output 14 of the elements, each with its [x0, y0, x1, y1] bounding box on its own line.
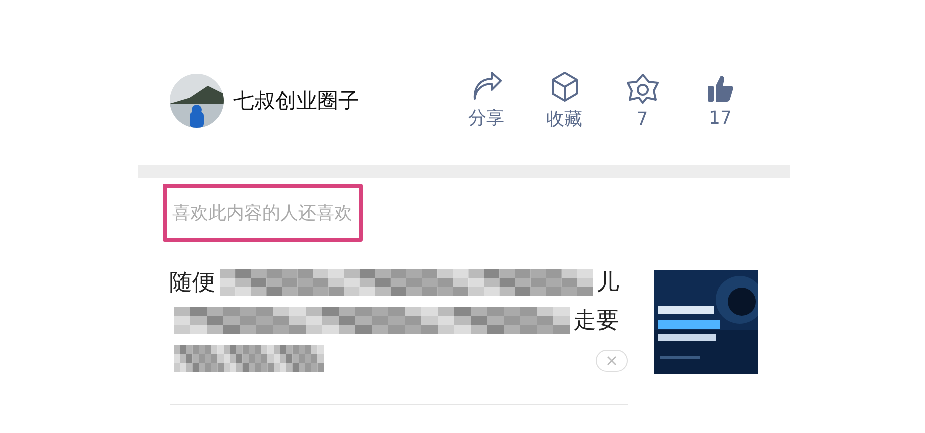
- article-title-text[interactable]: 儿: [596, 266, 620, 298]
- recommend-heading: 喜欢此内容的人还喜欢: [162, 184, 362, 242]
- article-title-text[interactable]: 随便: [170, 266, 216, 298]
- star-button[interactable]: 7: [604, 72, 682, 130]
- cube-icon: [550, 71, 580, 103]
- star-icon: [626, 72, 658, 104]
- author-name[interactable]: 七叔创业圈子: [234, 87, 448, 115]
- close-icon: [606, 356, 616, 366]
- share-button[interactable]: 分享: [448, 72, 526, 130]
- thumbs-up-icon: [706, 74, 736, 104]
- favorite-button[interactable]: 收藏: [526, 71, 604, 131]
- article-title-text[interactable]: 走要: [574, 304, 620, 336]
- close-button[interactable]: [596, 350, 628, 372]
- like-button[interactable]: 17: [682, 74, 760, 128]
